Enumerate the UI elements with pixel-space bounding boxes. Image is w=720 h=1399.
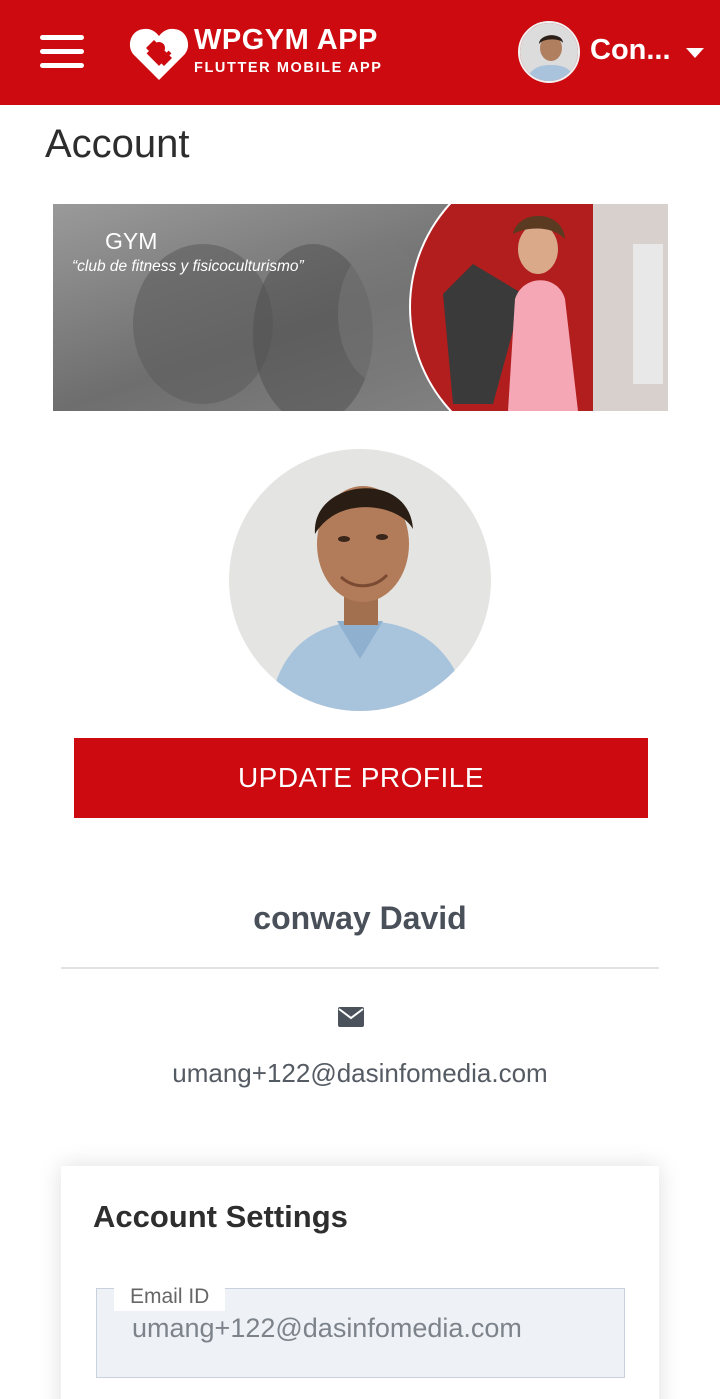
- caret-down-icon[interactable]: [686, 48, 704, 58]
- envelope-icon: [338, 1007, 364, 1027]
- settings-title: Account Settings: [93, 1199, 348, 1234]
- divider: [61, 967, 659, 969]
- app-title: WPGYM APP: [194, 24, 378, 56]
- app-header: WPGYM APP FLUTTER MOBILE APP Con...: [0, 0, 720, 105]
- email-field[interactable]: Email ID: [96, 1282, 625, 1378]
- hamburger-menu-icon[interactable]: [40, 35, 84, 69]
- heart-hand-logo-icon: [129, 28, 189, 80]
- gym-banner: GYM “club de fitness y fisicoculturismo”: [53, 204, 668, 411]
- user-name[interactable]: Con...: [590, 34, 671, 67]
- app-subtitle: FLUTTER MOBILE APP: [194, 60, 383, 76]
- banner-subtitle: “club de fitness y fisicoculturismo”: [72, 258, 304, 275]
- app-logo[interactable]: WPGYM APP FLUTTER MOBILE APP: [128, 22, 398, 84]
- email-input[interactable]: [132, 1313, 612, 1344]
- user-menu-dropdown[interactable]: Con...: [518, 21, 714, 83]
- email-field-label-wrap: Email ID: [114, 1282, 226, 1311]
- banner-title: GYM: [105, 228, 158, 254]
- profile-avatar[interactable]: [229, 449, 491, 711]
- account-settings-card: Account Settings Email ID: [61, 1166, 659, 1399]
- page-title: Account: [45, 122, 190, 166]
- profile-email: umang+122@dasinfomedia.com: [172, 1058, 548, 1088]
- update-profile-button[interactable]: UPDATE PROFILE: [74, 738, 648, 818]
- profile-name: conway David: [253, 900, 467, 936]
- avatar[interactable]: [518, 21, 580, 83]
- email-field-label: Email ID: [130, 1285, 210, 1308]
